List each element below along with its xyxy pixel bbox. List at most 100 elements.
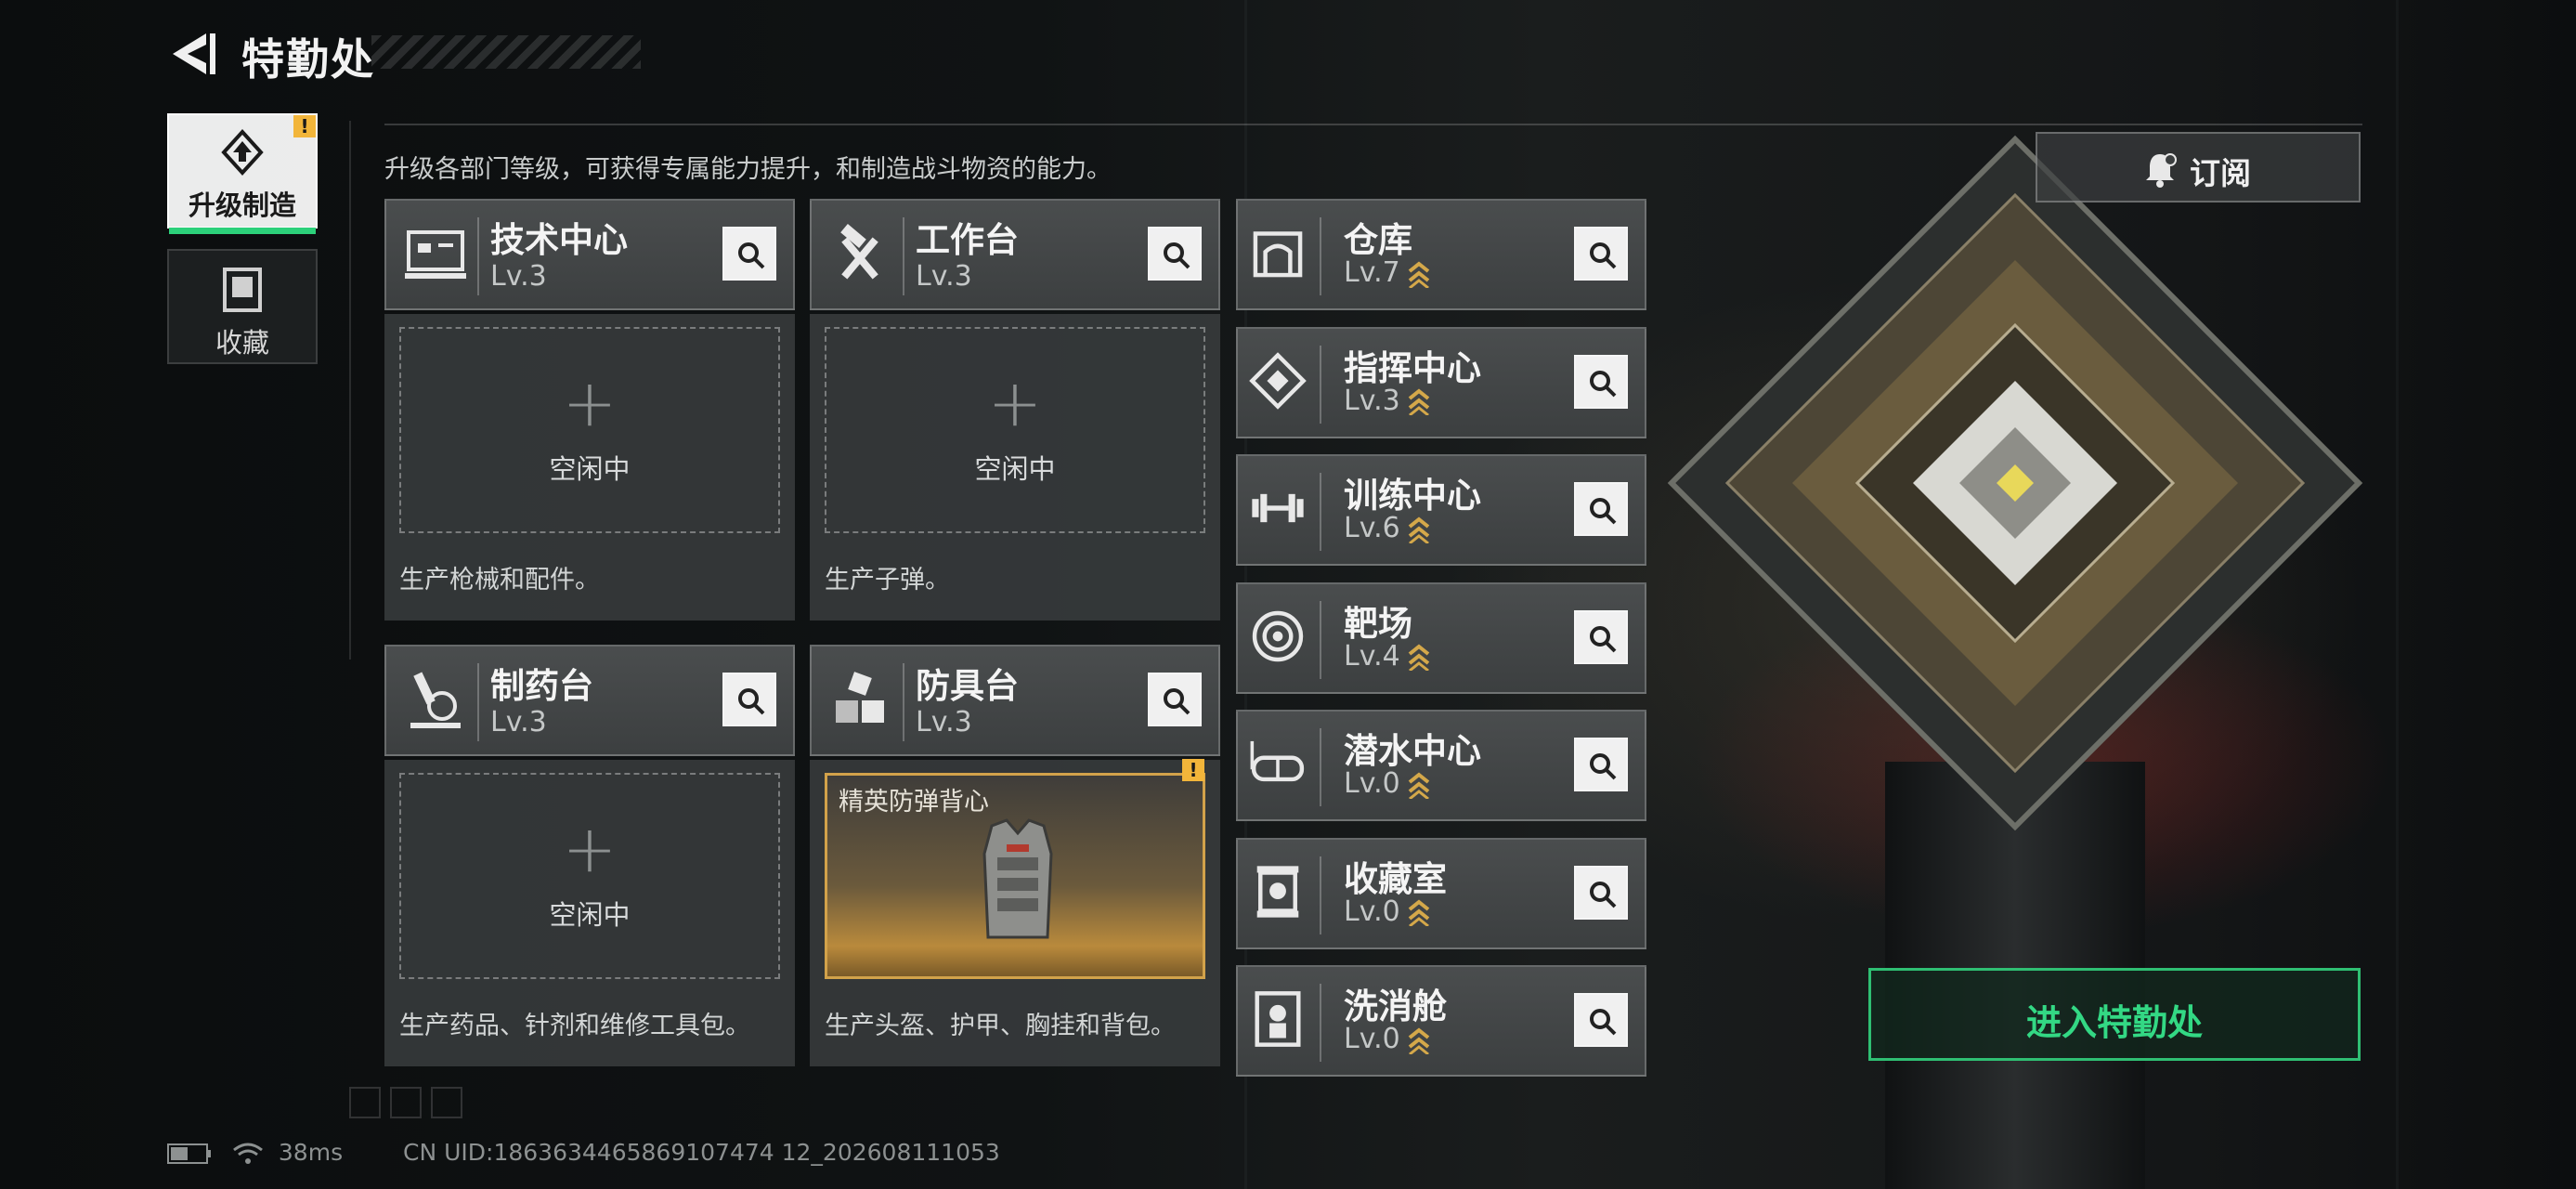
page-title: 特勤处 (241, 34, 375, 85)
facility-level: Lv.6 (1344, 512, 1430, 544)
plus-icon: + (562, 365, 618, 441)
station-tech-center[interactable]: 技术中心 Lv.3 (384, 199, 795, 310)
facility-card[interactable]: 收藏室 Lv.0 (1236, 837, 1646, 949)
station-name: 技术中心 (490, 220, 628, 260)
plus-icon: + (562, 811, 618, 887)
separator (1320, 345, 1321, 424)
search-button[interactable] (722, 227, 776, 281)
search-icon (738, 242, 765, 269)
facility-name: 训练中心 (1344, 476, 1481, 516)
level-text: Lv.7 (1344, 256, 1400, 289)
station-name: 制药台 (490, 666, 593, 706)
slot-status: 空闲中 (549, 453, 631, 485)
facility-card[interactable]: 指挥中心 Lv.3 (1236, 326, 1646, 438)
search-icon (1590, 881, 1617, 908)
facility-name: 收藏室 (1344, 858, 1447, 899)
search-icon (1590, 370, 1617, 397)
separator (477, 663, 479, 741)
battery-icon (167, 1143, 211, 1164)
item-name: 精英防弹背心 (839, 788, 989, 817)
search-button[interactable] (722, 673, 776, 726)
search-icon (1590, 242, 1617, 269)
vest-image (982, 818, 1053, 939)
upgrade-chevron-icon (1408, 644, 1430, 671)
divider (384, 124, 2362, 125)
search-icon (1590, 625, 1617, 652)
search-icon (1164, 688, 1190, 715)
facility-card[interactable]: 潜水中心 Lv.0 (1236, 710, 1646, 821)
separator (477, 217, 479, 295)
station-description: 生产枪械和配件。 (399, 566, 600, 594)
tab-upgrade-craft[interactable]: 升级制造 ! (167, 113, 318, 234)
search-button[interactable] (1574, 993, 1628, 1047)
upgrade-chevron-icon (1408, 260, 1430, 288)
level-text: Lv.0 (1344, 1023, 1400, 1055)
facility-card[interactable]: 仓库 Lv.7 (1236, 199, 1646, 310)
back-arrow-icon[interactable] (165, 30, 217, 78)
facility-level: Lv.3 (1344, 385, 1430, 417)
pharmacy-icon (410, 672, 461, 728)
level-text: Lv.6 (1344, 512, 1400, 544)
station-description: 生产药品、针剂和维修工具包。 (399, 1012, 750, 1040)
tab-label: 升级制造 (188, 189, 296, 221)
subscribe-label: 订阅 (2190, 155, 2251, 191)
upgrade-chevron-icon (1408, 1026, 1430, 1054)
facility-card[interactable]: 训练中心 Lv.6 (1236, 454, 1646, 566)
bell-icon (2146, 153, 2177, 188)
search-icon (1590, 1009, 1617, 1036)
facility-level: Lv.0 (1344, 767, 1430, 800)
tab-label: 收藏 (215, 327, 269, 359)
search-button[interactable] (1148, 227, 1202, 281)
tab-collection[interactable]: 收藏 (167, 249, 318, 364)
collection-icon (223, 268, 262, 312)
warning-badge: ! (1182, 759, 1204, 781)
separator (1320, 600, 1321, 679)
craft-panel-tech-center: + 空闲中 生产枪械和配件。 (384, 314, 795, 621)
craft-slot[interactable]: + 空闲中 (399, 327, 780, 533)
search-button[interactable] (1574, 227, 1628, 281)
enter-label: 进入特勤处 (2025, 1002, 2203, 1043)
slot-status: 空闲中 (974, 453, 1056, 485)
level-text: Lv.3 (1344, 384, 1400, 417)
crafting-item-slot[interactable]: 精英防弹背心 ! (825, 759, 1205, 979)
search-button[interactable] (1148, 673, 1202, 726)
station-description: 生产头盔、护甲、胸挂和背包。 (825, 1012, 1176, 1040)
collection-room-icon (1256, 865, 1299, 918)
command-center-icon (1249, 351, 1307, 410)
station-level: Lv.3 (916, 706, 972, 738)
search-button[interactable] (1574, 482, 1628, 536)
separator (1320, 856, 1321, 934)
training-center-icon (1252, 493, 1304, 523)
upgrade-icon (221, 129, 264, 176)
facility-card[interactable]: 靶场 Lv.4 (1236, 581, 1646, 694)
search-icon (1590, 498, 1617, 525)
upgrade-chevron-icon (1408, 899, 1430, 926)
enter-special-ops-button[interactable]: 进入特勤处 (1868, 968, 2361, 1061)
craft-slot[interactable]: + 空闲中 (825, 327, 1205, 533)
station-pharmacy[interactable]: 制药台 Lv.3 (384, 645, 795, 756)
status-bar: 38ms (167, 1139, 343, 1166)
facility-level: Lv.4 (1344, 640, 1430, 673)
search-button[interactable] (1574, 865, 1628, 920)
search-button[interactable] (1574, 738, 1628, 791)
upgrade-chevron-icon (1408, 771, 1430, 799)
subscribe-button[interactable]: 订阅 (2036, 132, 2361, 203)
warning-badge: ! (293, 115, 316, 137)
upgrade-chevron-icon (1408, 388, 1430, 415)
station-name: 工作台 (916, 220, 1019, 260)
facility-name: 指挥中心 (1344, 347, 1481, 388)
facility-name: 靶场 (1344, 603, 1412, 644)
craft-slot[interactable]: + 空闲中 (399, 773, 780, 979)
search-button[interactable] (1574, 354, 1628, 409)
plus-icon: + (987, 365, 1043, 441)
separator (1320, 984, 1321, 1062)
level-text: Lv.0 (1344, 895, 1400, 928)
separator (903, 663, 904, 741)
search-button[interactable] (1574, 609, 1628, 664)
warehouse-icon (1253, 231, 1303, 278)
facility-card[interactable]: 洗消舱 Lv.0 (1236, 965, 1646, 1077)
separator (1320, 473, 1321, 551)
title-decor (371, 35, 641, 69)
station-workbench[interactable]: 工作台 Lv.3 (810, 199, 1220, 310)
station-armor-bench[interactable]: 防具台 Lv.3 (810, 645, 1220, 756)
